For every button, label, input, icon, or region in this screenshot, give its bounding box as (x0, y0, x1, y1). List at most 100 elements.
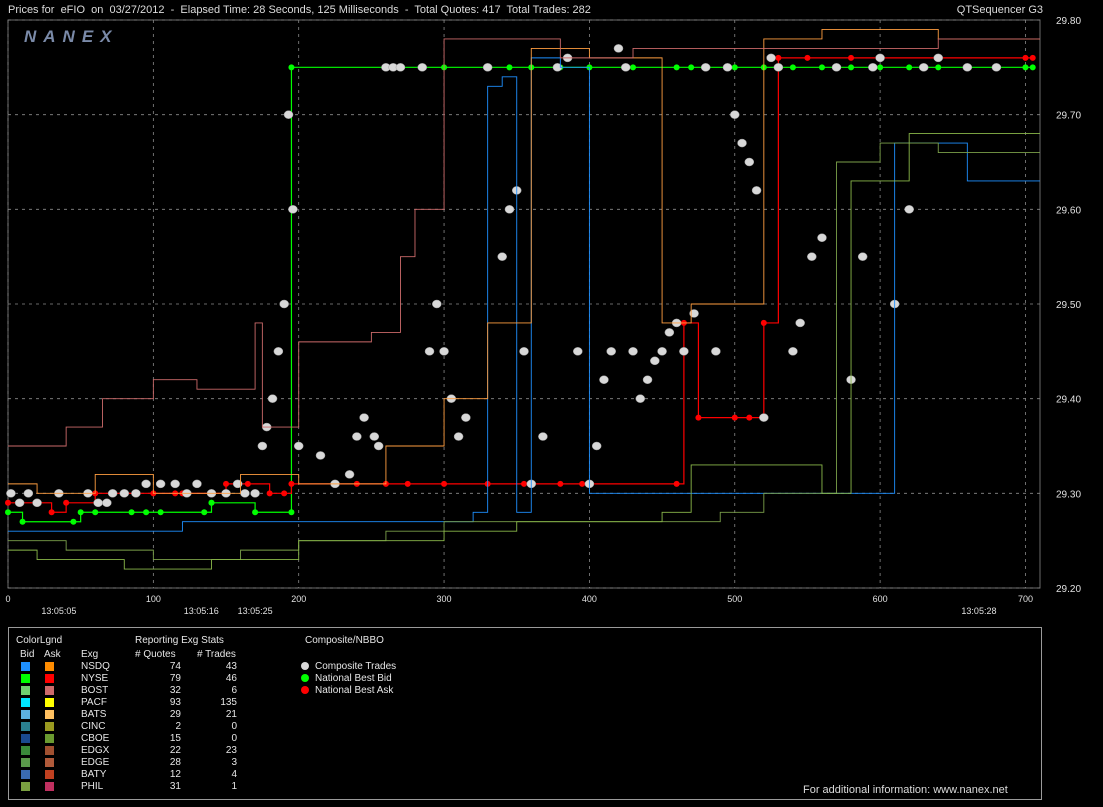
trade-point (519, 347, 529, 356)
quote-point (19, 518, 26, 525)
quote-point (877, 64, 884, 71)
exchange-name: NYSE (81, 673, 109, 684)
exchange-name: CINC (81, 721, 106, 732)
trade-point (875, 53, 885, 63)
trade-count: 6 (231, 685, 237, 696)
trade-point (119, 489, 130, 498)
quote-point (695, 414, 702, 421)
trade-point (14, 498, 25, 508)
watermark-logo: NANEX (24, 27, 119, 46)
price-chart: NANEX 29.80 29.70 29.60 29.50 29.40 29.30 29.20… (5, 16, 1081, 616)
time-label: 13:05:05 (41, 606, 76, 616)
exchange-name: BATY (81, 769, 107, 780)
trade-point (700, 63, 711, 72)
quote-count: 32 (169, 685, 181, 696)
trade-point (461, 413, 471, 422)
quote-count: 93 (169, 697, 181, 708)
trade-point (344, 470, 355, 479)
quote-point (157, 509, 164, 516)
trade-point (293, 441, 304, 451)
quote-point (441, 480, 448, 487)
quote-point (63, 499, 70, 506)
x-tick-label: 100 (146, 594, 161, 604)
quote-point (208, 499, 215, 506)
quote-point (557, 480, 564, 487)
quote-point (223, 480, 230, 487)
trade-point (642, 375, 653, 384)
y-tick-label: 29.40 (1056, 395, 1081, 406)
trade-point (432, 299, 442, 309)
trade-count: 43 (225, 661, 237, 672)
trade-point (933, 53, 944, 63)
exchange-name: NSDQ (81, 661, 110, 672)
trade-point (170, 479, 180, 489)
composite-label: Composite Trades (315, 661, 397, 672)
quote-point (266, 490, 273, 497)
trade-point (620, 63, 631, 72)
quote-point (630, 64, 637, 71)
stats-title: Reporting Exg Stats (135, 635, 224, 646)
trade-point (315, 451, 326, 460)
quote-point (760, 319, 767, 326)
quote-point (92, 509, 99, 516)
trade-point (288, 205, 298, 214)
trade-point (107, 489, 118, 498)
trade-point (352, 432, 362, 441)
trade-count: 135 (220, 697, 237, 708)
trade-point (679, 347, 689, 356)
trade-point (141, 479, 151, 489)
quote-point (143, 509, 150, 516)
bid-color-swatch (21, 710, 30, 719)
trade-point (573, 347, 583, 356)
trade-point (155, 479, 166, 489)
trade-point (817, 233, 827, 242)
quote-point (506, 64, 513, 71)
exchange-name: EDGX (81, 745, 110, 756)
composite-label: National Best Ask (315, 685, 394, 696)
quote-count: 31 (169, 781, 181, 792)
ask-color-swatch (45, 758, 54, 767)
legend-exg-header: Exg (81, 649, 99, 660)
trade-point (904, 205, 914, 214)
bid-color-swatch (21, 770, 30, 779)
trade-point (267, 394, 278, 403)
quote-point (77, 509, 84, 516)
x-tick-label: 300 (437, 594, 452, 604)
ask-color-swatch (45, 674, 54, 683)
quote-point (789, 64, 796, 71)
trade-point (591, 441, 602, 451)
legend-bid-header: Bid (20, 649, 35, 660)
y-tick-label: 29.20 (1056, 584, 1081, 595)
trade-point (497, 252, 507, 261)
trade-point (857, 252, 868, 261)
trade-count: 46 (225, 673, 237, 684)
trade-point (730, 110, 740, 119)
quote-point (746, 414, 753, 421)
trade-point (504, 205, 515, 214)
trade-point (240, 489, 250, 498)
ask-color-swatch (45, 770, 54, 779)
trade-point (453, 432, 464, 441)
quote-count: 79 (169, 673, 181, 684)
trade-point (831, 63, 842, 72)
quote-point (288, 509, 295, 516)
quote-count: 29 (169, 709, 181, 720)
trade-point (131, 489, 141, 498)
trade-point (650, 356, 660, 366)
trade-point (807, 252, 817, 261)
quote-point (1029, 64, 1036, 71)
trade-point (417, 63, 428, 72)
y-tick-label: 29.80 (1056, 16, 1081, 27)
bid-color-swatch (21, 782, 30, 791)
trade-point (628, 347, 638, 356)
ask-color-swatch (45, 734, 54, 743)
ask-color-swatch (45, 782, 54, 791)
exchange-name: PACF (81, 697, 107, 708)
trade-point (918, 63, 929, 72)
trade-point (482, 63, 493, 72)
trade-point (102, 498, 112, 508)
quote-point (673, 480, 680, 487)
quote-point (775, 54, 782, 61)
time-label: 13:05:25 (238, 606, 273, 616)
quote-count: 2 (175, 721, 181, 732)
